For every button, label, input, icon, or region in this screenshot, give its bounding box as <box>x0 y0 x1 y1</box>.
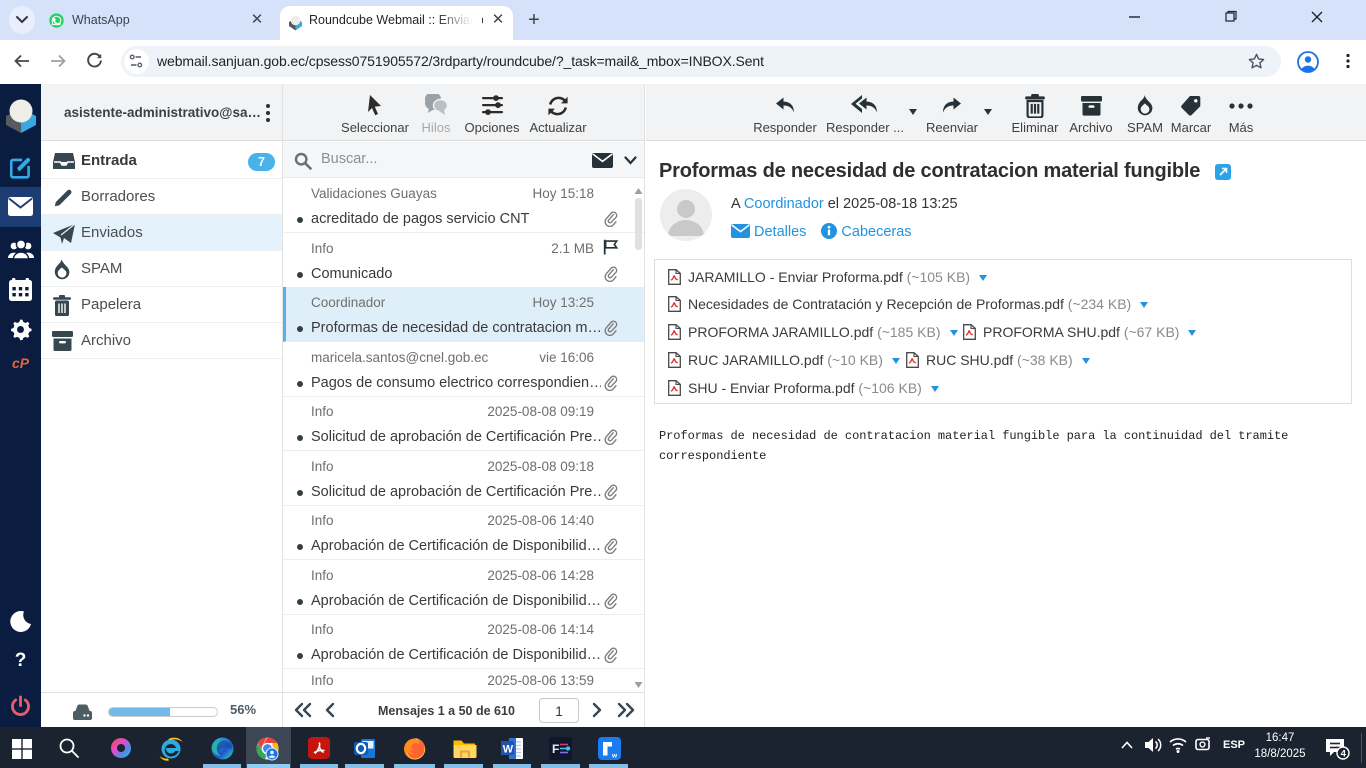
svg-text:w: w <box>611 753 618 760</box>
svg-text:4: 4 <box>1341 749 1347 760</box>
svg-text:W: W <box>503 743 514 755</box>
svg-text:F: F <box>552 742 559 756</box>
